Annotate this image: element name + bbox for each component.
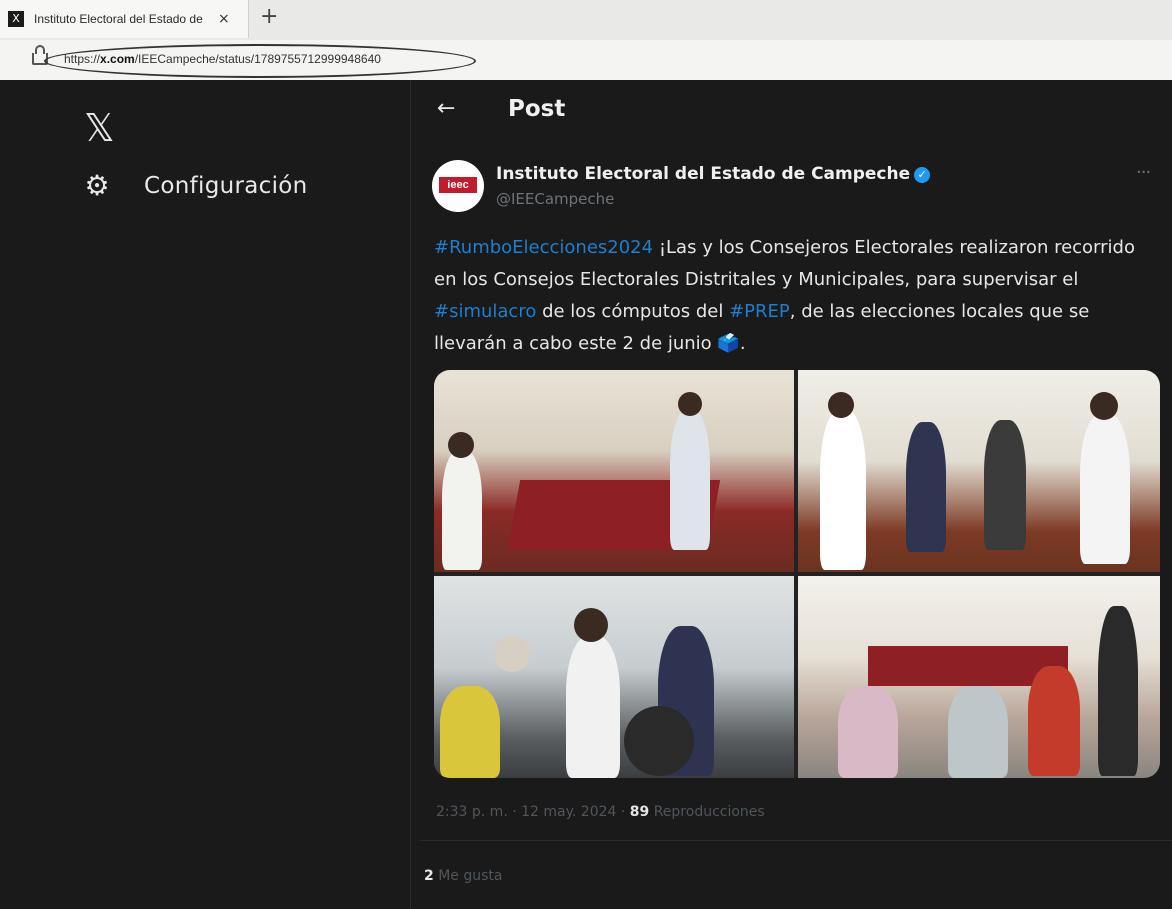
photo-detail [820,410,866,570]
avatar[interactable]: ieec [432,160,484,212]
media-grid [434,370,1160,778]
photo-detail [678,392,702,416]
hashtag-link[interactable]: #RumboElecciones2024 [434,237,653,258]
gear-icon: ⚙ [84,169,110,202]
url-path: /IEECampeche/status/1789755712999948640 [134,52,381,66]
url-prefix: https:// [64,52,101,66]
ieec-logo: ieec [439,177,477,193]
tab-close-icon[interactable]: × [218,11,230,27]
post-photo[interactable] [434,370,794,572]
photo-detail [1080,414,1130,564]
photo-detail [984,420,1026,550]
photo-detail [494,636,530,672]
verified-badge-icon: ✓ [914,167,931,183]
likes-count: 2 [424,868,434,884]
photo-detail [1090,392,1118,420]
photo-detail [670,410,710,550]
views-count: 89 [629,804,650,820]
photo-detail [440,686,500,778]
author-name-text: Instituto Electoral del Estado de Campec… [496,164,911,184]
author-handle[interactable]: @IEECampeche [496,190,614,208]
x-favicon-icon: X [8,11,24,27]
photo-detail [442,450,482,570]
sidebar-item-configuracion[interactable]: ⚙ Configuración [82,166,308,206]
more-options-icon[interactable]: ··· [1136,162,1151,183]
column-divider [410,80,411,909]
post-photo[interactable] [798,576,1160,778]
browser-tab-bar: X Instituto Electoral del Estado de × + [0,0,1172,40]
photo-detail [1028,666,1080,776]
page-title: Post [508,96,566,122]
photo-detail [838,686,898,778]
url-text[interactable]: https://x.com/IEECampeche/status/1789755… [64,52,381,66]
photo-detail [906,422,946,552]
post-timestamp[interactable]: 2:33 p. m. · 12 may. 2024 · [436,804,630,820]
back-arrow-icon[interactable]: ← [437,96,455,121]
photo-detail [448,432,474,458]
photo-detail [948,686,1008,778]
likes-summary[interactable]: 2 Me gusta [424,868,502,884]
photo-detail [574,608,608,642]
photo-detail [624,706,694,776]
post-text-part: de los cómputos del [536,301,730,322]
browser-tab[interactable]: X Instituto Electoral del Estado de × [0,0,249,38]
photo-detail [1098,606,1138,776]
photo-detail [828,392,854,418]
photo-detail [566,636,620,778]
sidebar-item-label: Configuración [144,173,308,199]
hashtag-link[interactable]: #simulacro [434,301,536,322]
divider [420,840,1172,841]
new-tab-button[interactable]: + [260,4,278,29]
views-label: Reproducciones [649,804,765,820]
post-photo[interactable] [434,576,794,778]
x-logo-icon[interactable]: 𝕏 [84,108,124,148]
post-meta: 2:33 p. m. · 12 may. 2024 · 89 Reproducc… [436,804,765,820]
tab-title: Instituto Electoral del Estado de [34,12,203,26]
likes-label: Me gusta [433,868,503,884]
post-text: #RumboElecciones2024 ¡Las y los Consejer… [434,232,1154,360]
post-photo[interactable] [798,370,1160,572]
author-name[interactable]: Instituto Electoral del Estado de Campec… [496,164,931,184]
url-domain: x.com [100,52,135,66]
hashtag-link[interactable]: #PREP [729,301,790,322]
